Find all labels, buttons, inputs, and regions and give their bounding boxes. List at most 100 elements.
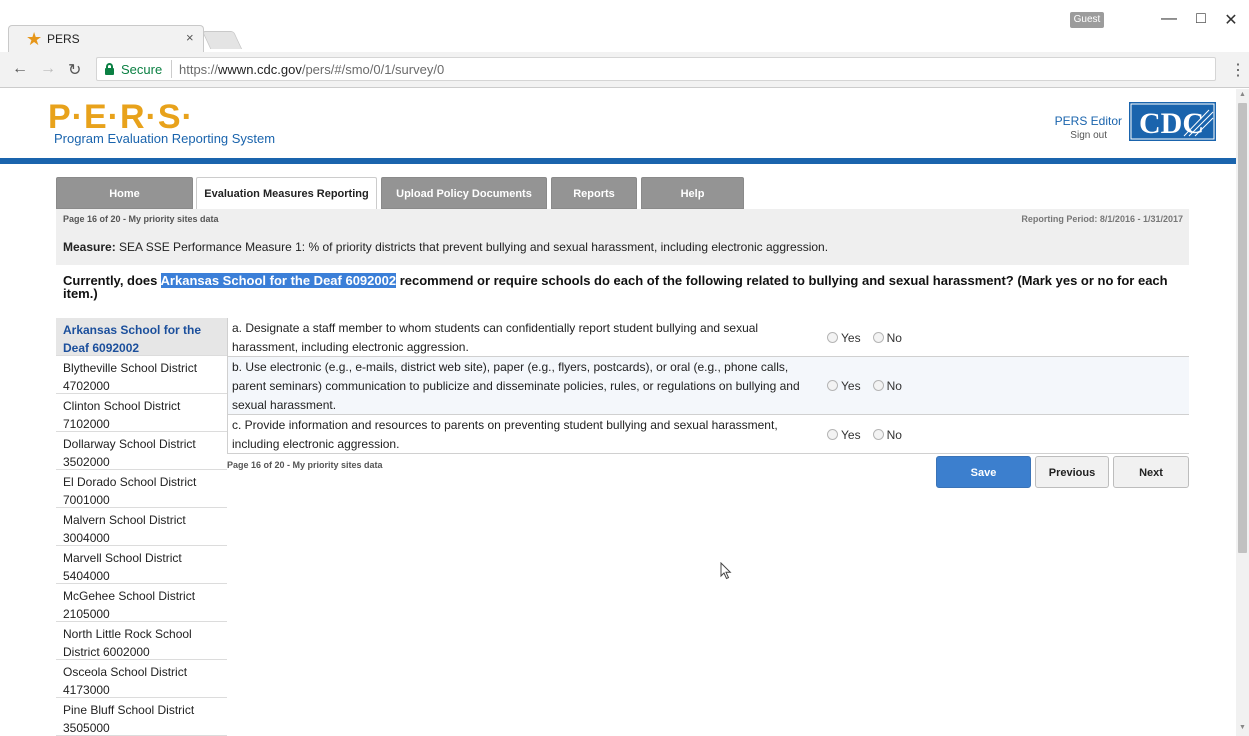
site-list-item[interactable]: Clinton School District 7102000	[56, 394, 227, 432]
site-list-item[interactable]: El Dorado School District 7001000	[56, 470, 227, 508]
page-indicator: Page 16 of 20 - My priority sites data	[63, 214, 219, 224]
survey-item-row: c. Provide information and resources to …	[228, 415, 1189, 454]
site-name: Dollarway School District	[63, 437, 196, 451]
yes-no-options: Yes No	[827, 379, 914, 393]
site-id: 7001000	[63, 493, 110, 507]
tab-title: PERS	[47, 32, 80, 46]
no-label[interactable]: No	[887, 428, 902, 442]
address-bar-row: ← → ↻ Secure https://wwwn.cdc.gov/pers/#…	[0, 52, 1249, 88]
measure-bar: Measure: SEA SSE Performance Measure 1: …	[56, 229, 1189, 265]
survey-item-text: b. Use electronic (e.g., e-mails, distri…	[232, 360, 800, 412]
logo-subtitle: Program Evaluation Reporting System	[54, 131, 276, 146]
cdc-logo: CDC	[1129, 102, 1216, 141]
tab-evaluation-measures-reporting[interactable]: Evaluation Measures Reporting	[196, 177, 377, 210]
no-label[interactable]: No	[887, 331, 902, 345]
yes-label[interactable]: Yes	[841, 331, 861, 345]
site-list: Arkansas School for the Deaf 6092002 Blyth…	[56, 318, 227, 736]
url-separator	[171, 60, 172, 78]
site-name: McGehee School District	[63, 589, 196, 603]
survey-items: a. Designate a staff member to whom stud…	[227, 318, 1189, 454]
save-button[interactable]: Save	[936, 456, 1031, 488]
site-id: 4702000	[63, 379, 110, 393]
reload-icon[interactable]: ↻	[68, 60, 81, 80]
pers-logo: P·E·R·S·	[48, 98, 194, 136]
back-arrow-icon[interactable]: ←	[12, 60, 28, 78]
survey-question: Currently, does Arkansas School for the …	[63, 273, 1168, 301]
site-name: Blytheville School District	[63, 361, 198, 375]
new-tab-button[interactable]	[201, 31, 243, 49]
no-radio[interactable]	[872, 332, 884, 343]
cdc-logo-text: CDC	[1139, 107, 1204, 140]
site-id: 3502000	[63, 455, 110, 469]
site-list-item[interactable]: Arkansas School for the Deaf 6092002	[56, 318, 227, 356]
guest-profile-badge[interactable]: Guest	[1070, 12, 1104, 28]
site-list-item[interactable]: Blytheville School District 4702000	[56, 356, 227, 394]
yes-radio[interactable]	[827, 332, 838, 343]
signout-link[interactable]: Sign out	[1022, 130, 1107, 141]
scroll-down-arrow-icon[interactable]: ▼	[1239, 724, 1246, 731]
site-id: 2105000	[63, 607, 110, 621]
reporting-period: Reporting Period: 8/1/2016 - 1/31/2017	[1021, 214, 1183, 224]
survey-item-text: c. Provide information and resources to …	[232, 418, 778, 451]
browser-tab-strip: ★ PERS × Guest — □ ✕	[0, 0, 1249, 52]
browser-tab[interactable]: ★ PERS ×	[8, 25, 204, 52]
footer-page-indicator: Page 16 of 20 - My priority sites data	[227, 460, 383, 470]
yes-label[interactable]: Yes	[841, 379, 861, 393]
previous-button[interactable]: Previous	[1035, 456, 1109, 488]
page-info-bar: Page 16 of 20 - My priority sites data R…	[56, 209, 1189, 229]
mouse-cursor-icon	[720, 562, 732, 580]
scroll-up-arrow-icon[interactable]: ▲	[1239, 91, 1246, 98]
secure-label: Secure	[121, 62, 163, 77]
tab-upload-policy-documents[interactable]: Upload Policy Documents	[381, 177, 547, 209]
close-window-icon[interactable]: ✕	[1221, 10, 1241, 30]
site-id: 3004000	[63, 531, 110, 545]
site-name: Marvell School District	[63, 551, 182, 565]
url-text[interactable]: https://wwwn.cdc.gov/pers/#/smo/0/1/surv…	[179, 62, 444, 77]
minimize-icon[interactable]: —	[1159, 10, 1179, 28]
site-id: 3505000	[63, 721, 110, 735]
site-name: Clinton School District	[63, 399, 181, 413]
no-radio[interactable]	[872, 380, 884, 391]
site-name: Pine Bluff School District	[63, 703, 195, 717]
vertical-scrollbar[interactable]: ▲ ▼	[1236, 89, 1249, 736]
site-name: Malvern School District	[63, 513, 186, 527]
site-id: 7102000	[63, 417, 110, 431]
site-list-item[interactable]: Marvell School District 5404000	[56, 546, 227, 584]
yes-label[interactable]: Yes	[841, 428, 861, 442]
survey-item-row: a. Designate a staff member to whom stud…	[228, 318, 1189, 357]
site-id: Deaf 6092002	[63, 341, 140, 355]
close-tab-icon[interactable]: ×	[186, 30, 194, 45]
site-list-item[interactable]: North Little Rock School District 6002000	[56, 622, 227, 660]
header-divider	[0, 158, 1236, 164]
maximize-icon[interactable]: □	[1191, 10, 1211, 28]
measure-text: Measure: SEA SSE Performance Measure 1: …	[63, 240, 829, 254]
site-list-item[interactable]: Dollarway School District 3502000	[56, 432, 227, 470]
site-list-item[interactable]: McGehee School District 2105000	[56, 584, 227, 622]
no-radio[interactable]	[872, 429, 884, 440]
site-name: El Dorado School District	[63, 475, 197, 489]
yes-no-options: Yes No	[827, 428, 914, 442]
tab-reports[interactable]: Reports	[551, 177, 637, 209]
yes-radio[interactable]	[827, 429, 838, 440]
next-button[interactable]: Next	[1113, 456, 1189, 488]
browser-menu-icon[interactable]: ⋮	[1230, 60, 1246, 80]
star-favicon-icon: ★	[26, 29, 43, 49]
survey-item-text: a. Designate a staff member to whom stud…	[232, 321, 759, 354]
yes-radio[interactable]	[827, 380, 838, 391]
tab-home[interactable]: Home	[56, 177, 193, 209]
pers-editor-link[interactable]: PERS Editor	[1022, 114, 1122, 128]
site-name: Osceola School District	[63, 665, 188, 679]
page-viewport: P·E·R·S· Program Evaluation Reporting Sy…	[0, 89, 1236, 736]
site-list-item[interactable]: Malvern School District 3004000	[56, 508, 227, 546]
site-list-item[interactable]: Osceola School District 4173000	[56, 660, 227, 698]
scrollbar-thumb[interactable]	[1238, 103, 1247, 553]
site-name: Arkansas School for the	[63, 323, 202, 337]
forward-arrow-icon[interactable]: →	[40, 60, 56, 78]
tab-help[interactable]: Help	[641, 177, 744, 209]
url-omnibox[interactable]: Secure https://wwwn.cdc.gov/pers/#/smo/0…	[96, 57, 1216, 81]
no-label[interactable]: No	[887, 379, 902, 393]
site-list-item[interactable]: Pine Bluff School District 3505000	[56, 698, 227, 736]
site-id: District 6002000	[63, 645, 150, 659]
yes-no-options: Yes No	[827, 331, 914, 345]
selected-site-highlight: Arkansas School for the Deaf 6092002	[160, 273, 397, 288]
